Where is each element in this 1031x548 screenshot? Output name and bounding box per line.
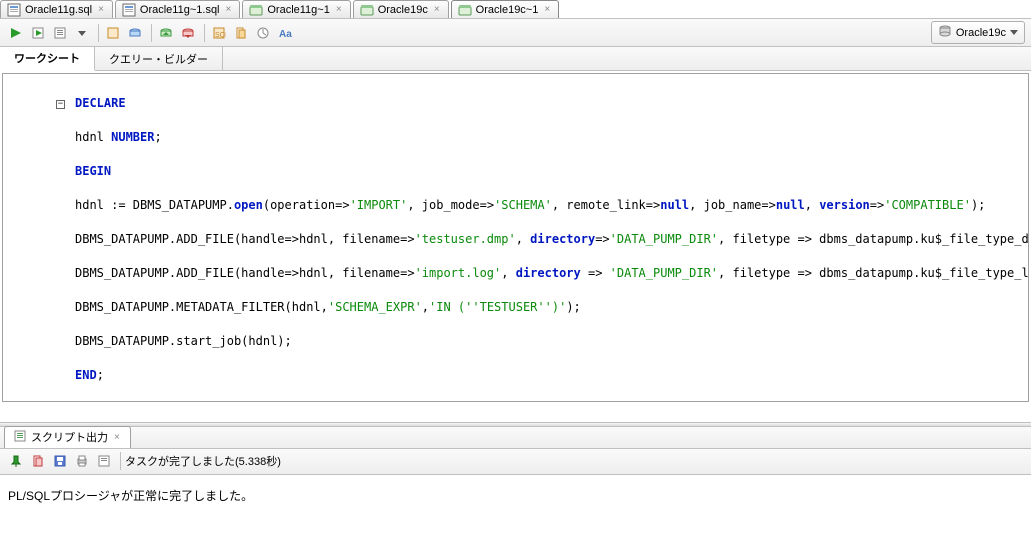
sql-file-icon [122,3,136,17]
tab-oracle11g-1-sql[interactable]: Oracle11g~1.sql × [115,0,240,18]
clear-output-button[interactable] [28,451,48,471]
commit-button[interactable] [156,23,176,43]
run-statement-button[interactable] [6,23,26,43]
print-output-button[interactable] [72,451,92,471]
svg-text:SQL: SQL [215,32,226,39]
database-icon [938,24,952,41]
tab-oracle19c-1[interactable]: Oracle19c~1 × [451,0,560,18]
run-script-button[interactable] [28,23,48,43]
close-icon[interactable]: × [112,432,122,443]
close-icon[interactable]: × [432,4,442,15]
dropdown-icon [1010,27,1018,39]
editor-area: −DECLARE hdnl NUMBER; BEGIN hdnl := DBMS… [0,71,1031,422]
sql-history-button[interactable] [253,23,273,43]
output-tabs: スクリプト出力 × [0,427,1031,449]
close-icon[interactable]: × [334,4,344,15]
worksheet-subtabs: ワークシート クエリー・ビルダー [0,47,1031,71]
worksheet-icon [458,3,472,17]
tab-querybuilder[interactable]: クエリー・ビルダー [95,47,223,70]
tab-label: Oracle11g.sql [25,4,92,16]
sql-file-icon [7,3,21,17]
sql-editor[interactable]: −DECLARE hdnl NUMBER; BEGIN hdnl := DBMS… [2,73,1029,402]
close-icon[interactable]: × [542,4,552,15]
tab-label: Oracle19c [378,4,428,16]
tab-label: Oracle11g~1.sql [140,4,220,16]
sql-tuning-button[interactable] [125,23,145,43]
dropdown-icon[interactable] [72,23,92,43]
pin-button[interactable] [6,451,26,471]
tab-worksheet[interactable]: ワークシート [0,47,95,71]
output-pane: スクリプト出力 × タスクが完了しました(5.338秒) PL/SQLプロシージ… [0,427,1031,548]
tab-label: Oracle19c~1 [476,4,539,16]
worksheet-icon [360,3,374,17]
separator [151,24,152,42]
svg-text:Aa: Aa [279,29,292,40]
connection-label: Oracle19c [956,27,1006,39]
editor-tabs: Oracle11g.sql × Oracle11g~1.sql × Oracle… [0,0,1031,19]
tab-script-output[interactable]: スクリプト出力 × [4,426,131,448]
separator [204,24,205,42]
connection-selector[interactable]: Oracle19c [931,21,1025,44]
close-icon[interactable]: × [224,4,234,15]
horizontal-scrollbar[interactable] [2,404,1029,420]
format-button[interactable]: Aa [275,23,295,43]
separator [98,24,99,42]
fold-icon[interactable]: − [56,100,65,109]
output-status-text: タスクが完了しました(5.338秒) [125,453,281,469]
tab-oracle11g-1[interactable]: Oracle11g~1 × [242,0,350,18]
rollback-button[interactable] [178,23,198,43]
open-file-button[interactable] [94,451,114,471]
output-toolbar: タスクが完了しました(5.338秒) [0,449,1031,475]
autotrace-button[interactable] [103,23,123,43]
output-tab-label: スクリプト出力 [31,429,108,445]
script-output-icon [13,429,27,446]
explain-plan-button[interactable] [50,23,70,43]
tab-oracle19c[interactable]: Oracle19c × [353,0,449,18]
output-body[interactable]: PL/SQLプロシージャが正常に完了しました。 [0,475,1031,548]
separator [120,452,121,470]
worksheet-icon [249,3,263,17]
tab-label: Oracle11g~1 [267,4,329,16]
close-icon[interactable]: × [96,4,106,15]
main-toolbar: SQL Aa Oracle19c [0,19,1031,47]
save-output-button[interactable] [50,451,70,471]
clear-button[interactable] [231,23,251,43]
tab-oracle11g-sql[interactable]: Oracle11g.sql × [0,0,113,18]
unshared-worksheet-button[interactable]: SQL [209,23,229,43]
